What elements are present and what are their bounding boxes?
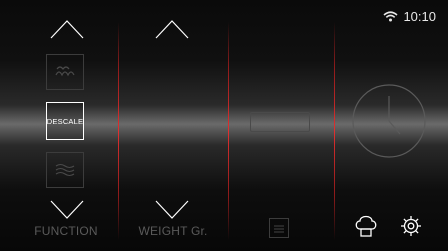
function-selected-option[interactable]: DESCALE (46, 102, 84, 140)
function-down-arrow-icon[interactable] (50, 199, 84, 221)
weight-up-arrow-icon[interactable] (155, 18, 189, 40)
recipe-book-icon (274, 225, 284, 233)
weight-display-placeholder (250, 112, 310, 132)
waves-icon (55, 163, 75, 177)
weight-column-label: WEIGHT Gr. (138, 224, 208, 238)
wifi-icon (383, 11, 398, 22)
oven-control-screen: { "status": { "time": "10:10", "wifi_ico… (0, 0, 448, 251)
timer-clock-icon[interactable] (350, 82, 428, 160)
column-divider (228, 22, 229, 240)
chef-hat-icon[interactable] (354, 214, 378, 240)
weight-down-arrow-icon[interactable] (155, 199, 189, 221)
function-next-option[interactable] (46, 152, 84, 188)
function-prev-option[interactable] (46, 54, 84, 90)
recipe-book-button[interactable] (269, 218, 289, 238)
steam-icon (55, 66, 75, 77)
function-selected-label: DESCALE (46, 116, 84, 126)
clock-time: 10:10 (403, 9, 436, 24)
function-column-label: FUNCTION (34, 224, 98, 238)
column-divider (118, 22, 119, 240)
function-up-arrow-icon[interactable] (50, 18, 84, 40)
gear-icon[interactable] (400, 215, 422, 237)
column-divider (334, 22, 335, 240)
status-bar: 10:10 (383, 9, 436, 24)
